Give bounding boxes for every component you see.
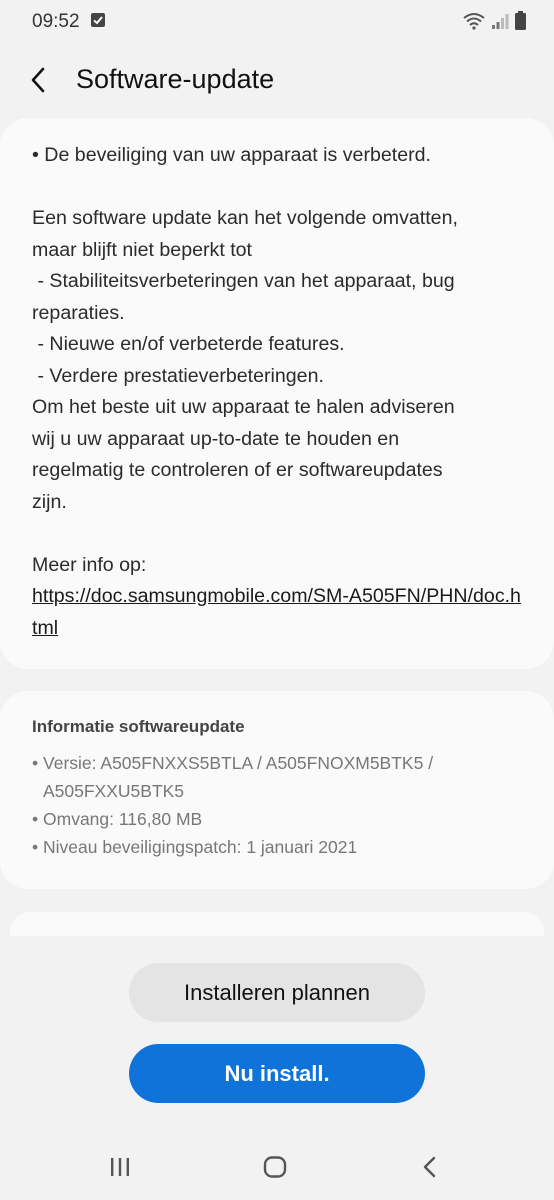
- update-info-title: Informatie softwareupdate: [32, 717, 245, 736]
- checkbox-notification-icon: [91, 13, 105, 27]
- recent-apps-button[interactable]: [100, 1152, 140, 1182]
- bullet: •: [32, 809, 39, 829]
- nav-back-button[interactable]: [410, 1152, 450, 1182]
- version-info: • Versie: A505FNXXS5BTLA / A505FNOXM5BTK5…: [32, 749, 522, 777]
- install-now-button[interactable]: Nu install.: [129, 1044, 425, 1103]
- release-notes-card: • De beveiliging van uw apparaat is verb…: [0, 118, 554, 669]
- battery-icon: [515, 11, 526, 30]
- size-value: Omvang: 116,80 MB: [43, 809, 203, 829]
- patch-value: Niveau beveiligingspatch: 1 januari 2021: [43, 837, 358, 857]
- status-time: 09:52: [32, 11, 80, 32]
- home-icon: [263, 1156, 287, 1178]
- size-info: • Omvang: 116,80 MB: [32, 805, 522, 833]
- schedule-install-button[interactable]: Installeren plannen: [129, 963, 425, 1022]
- back-button[interactable]: [20, 62, 56, 98]
- patch-info: • Niveau beveiligingspatch: 1 januari 202…: [32, 833, 522, 861]
- page-title: Software-update: [76, 64, 275, 94]
- back-arrow-icon: [31, 67, 45, 93]
- next-card-peek: [10, 912, 544, 936]
- version-line-1: Versie: A505FNXXS5BTLA / A505FNOXM5BTK5 …: [43, 753, 434, 773]
- status-icons: [463, 11, 526, 30]
- signal-icon: [492, 13, 509, 29]
- status-bar: 09:52: [0, 0, 554, 44]
- home-button[interactable]: [255, 1152, 295, 1182]
- update-info-card: Informatie softwareupdate • Versie: A505F…: [0, 691, 554, 889]
- navigation-bar: [0, 1130, 554, 1200]
- wifi-icon: [463, 12, 485, 30]
- recent-apps-icon: [111, 1158, 129, 1176]
- more-info-link[interactable]: https://doc.samsungmobile.com/SM-A505FN/…: [32, 581, 522, 644]
- version-line-2: A505FXXU5BTK5: [43, 781, 185, 801]
- nav-back-icon: [423, 1156, 436, 1178]
- bullet: •: [32, 837, 39, 857]
- version-info-continued: A505FXXU5BTK5: [32, 777, 522, 805]
- release-notes-text: • De beveiliging van uw apparaat is verb…: [32, 144, 458, 576]
- app-bar: Software-update: [0, 44, 554, 120]
- bullet: •: [32, 753, 39, 773]
